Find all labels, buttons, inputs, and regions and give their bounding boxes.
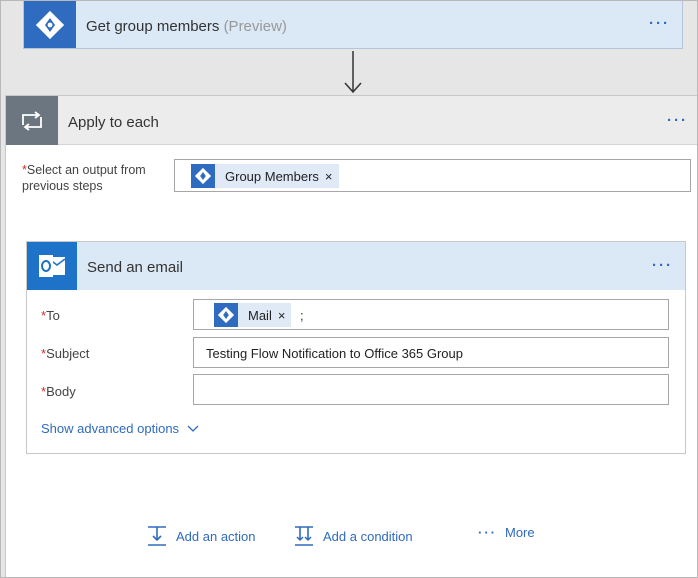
subject-label: *Subject [41, 346, 89, 361]
to-input[interactable]: Mail × ; [193, 299, 669, 330]
more-label: More [505, 525, 535, 540]
subject-value: Testing Flow Notification to Office 365 … [206, 346, 463, 361]
add-condition-button[interactable]: Add a condition [293, 525, 413, 547]
loop-icon [6, 96, 58, 145]
azure-ad-icon [214, 303, 238, 327]
outlook-icon [27, 242, 77, 290]
body-label-text: Body [46, 384, 76, 399]
flow-designer: Get group members (Preview) ··· Apply to… [0, 0, 698, 578]
chevron-down-icon [187, 425, 199, 432]
output-input[interactable]: Group Members × [174, 159, 691, 192]
apply-to-each-title: Apply to each [68, 114, 159, 131]
add-action-icon [148, 526, 166, 546]
group-members-token[interactable]: Group Members × [191, 164, 339, 188]
card-title-text: Get group members [86, 18, 220, 35]
subject-label-text: Subject [46, 346, 90, 361]
send-email-card: Send an email ··· *To Mail × ; *Subject … [26, 241, 686, 454]
subject-input[interactable]: Testing Flow Notification to Office 365 … [193, 337, 669, 368]
send-email-header[interactable]: Send an email ··· [27, 242, 685, 290]
recipient-separator: ; [300, 308, 304, 323]
azure-ad-icon [191, 164, 215, 188]
output-field-label: *Select an output from previous steps [22, 162, 172, 194]
apply-to-each-container: Apply to each ··· *Select an output from… [5, 95, 697, 577]
show-advanced-text: Show advanced options [41, 421, 180, 436]
body-input[interactable] [193, 374, 669, 405]
apply-to-each-header[interactable]: Apply to each ··· [6, 95, 697, 145]
preview-label: (Preview) [223, 18, 287, 35]
to-label: *To [41, 308, 60, 323]
add-action-button[interactable]: Add an action [146, 525, 256, 547]
to-label-text: To [46, 308, 60, 323]
azure-ad-icon [24, 1, 76, 48]
more-dots-icon: ··· [478, 525, 497, 540]
show-advanced-options-link[interactable]: Show advanced options [41, 421, 199, 436]
add-condition-icon [295, 526, 313, 546]
remove-token-icon[interactable]: × [325, 169, 339, 184]
add-action-label: Add an action [176, 528, 256, 544]
get-group-members-card[interactable]: Get group members (Preview) ··· [23, 1, 683, 49]
add-condition-label: Add a condition [323, 528, 413, 544]
more-options-icon[interactable]: ··· [667, 112, 688, 129]
body-label: *Body [41, 384, 76, 399]
more-options-icon[interactable]: ··· [652, 257, 673, 274]
more-button[interactable]: ··· More [478, 525, 535, 540]
token-label: Mail [248, 307, 272, 323]
arrow-down-icon [344, 51, 362, 94]
output-label-text: Select an output from previous steps [22, 163, 146, 193]
send-email-title: Send an email [87, 259, 183, 276]
remove-token-icon[interactable]: × [278, 308, 292, 323]
more-options-icon[interactable]: ··· [649, 15, 670, 32]
token-label: Group Members [225, 168, 319, 184]
card-title: Get group members (Preview) [86, 18, 287, 35]
mail-token[interactable]: Mail × [214, 303, 292, 327]
